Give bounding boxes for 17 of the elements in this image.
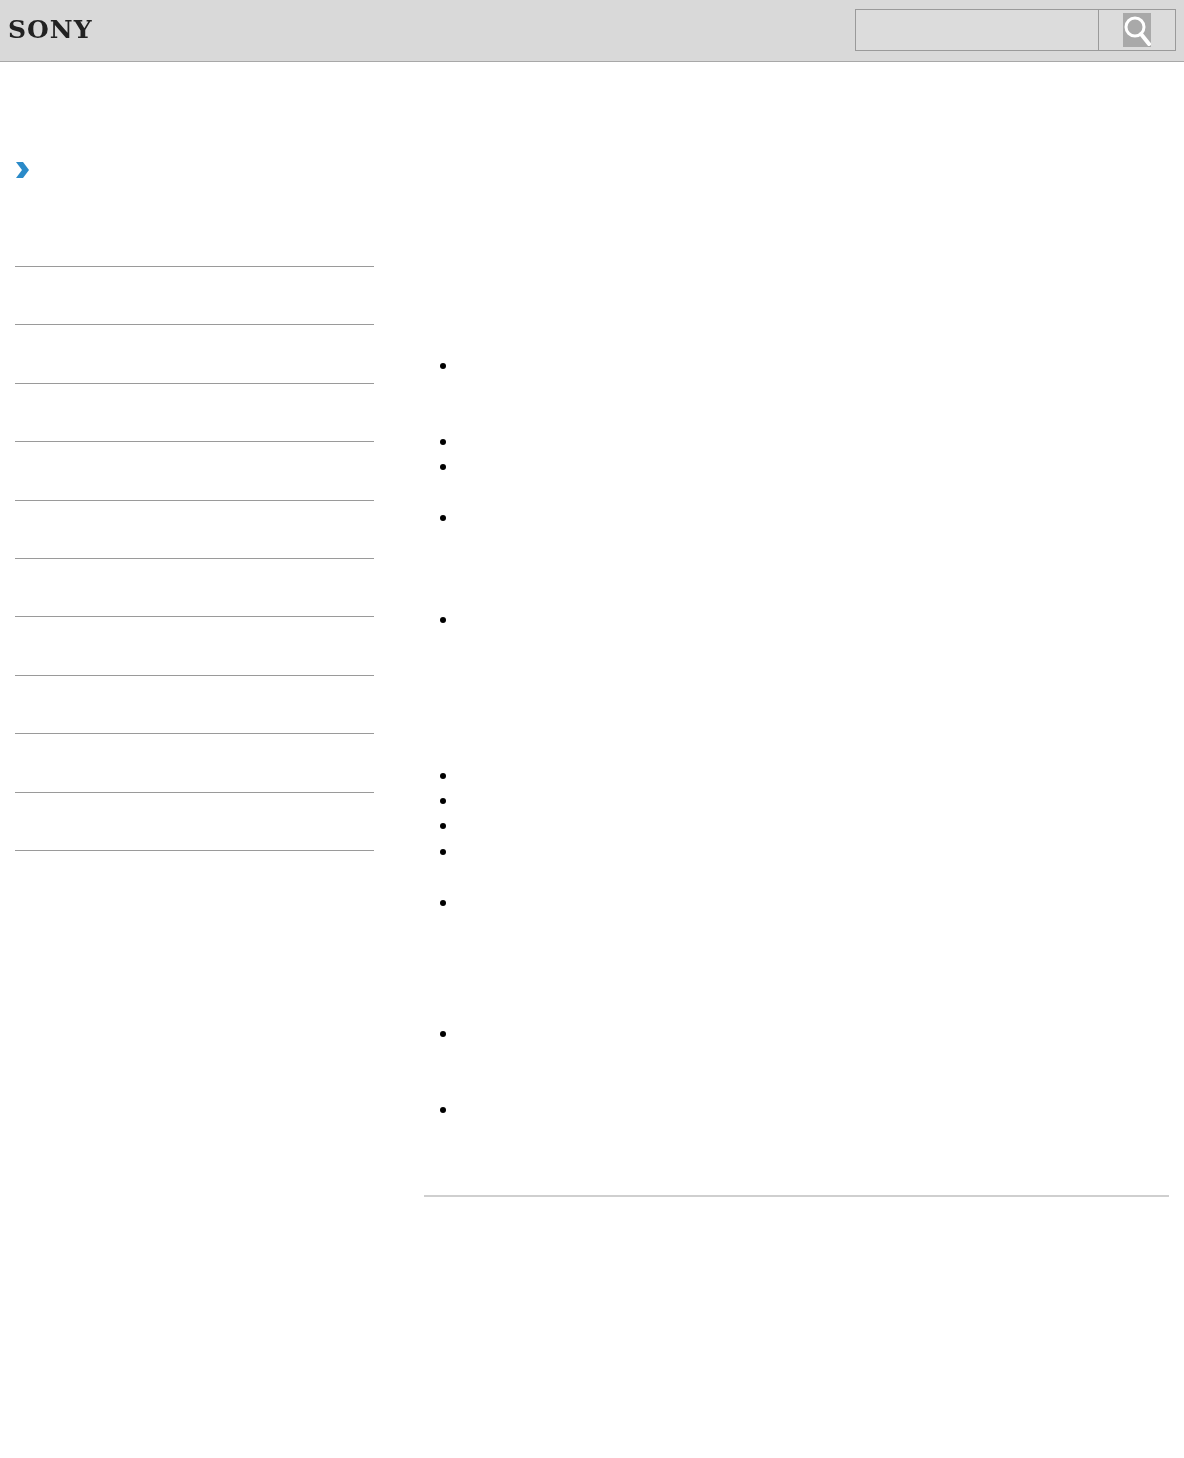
bullet-icon [440, 798, 446, 804]
bullet-icon [440, 773, 446, 779]
bullet-icon [440, 515, 446, 521]
logo: SONY [8, 15, 93, 44]
bullet-icon [440, 900, 446, 906]
bullet-icon [440, 1031, 446, 1037]
bullet-icon [440, 363, 446, 369]
bullet-icon [440, 464, 446, 470]
bullet-icon [440, 849, 446, 855]
search-icon [1123, 12, 1151, 47]
bullet-icon [440, 1107, 446, 1113]
search-field[interactable] [855, 8, 1099, 51]
bullet-icon [440, 823, 446, 829]
chevron-icon [14, 161, 30, 179]
bullet-icon [440, 439, 446, 445]
bullet-icon [440, 617, 446, 623]
search-button[interactable] [1099, 8, 1176, 51]
